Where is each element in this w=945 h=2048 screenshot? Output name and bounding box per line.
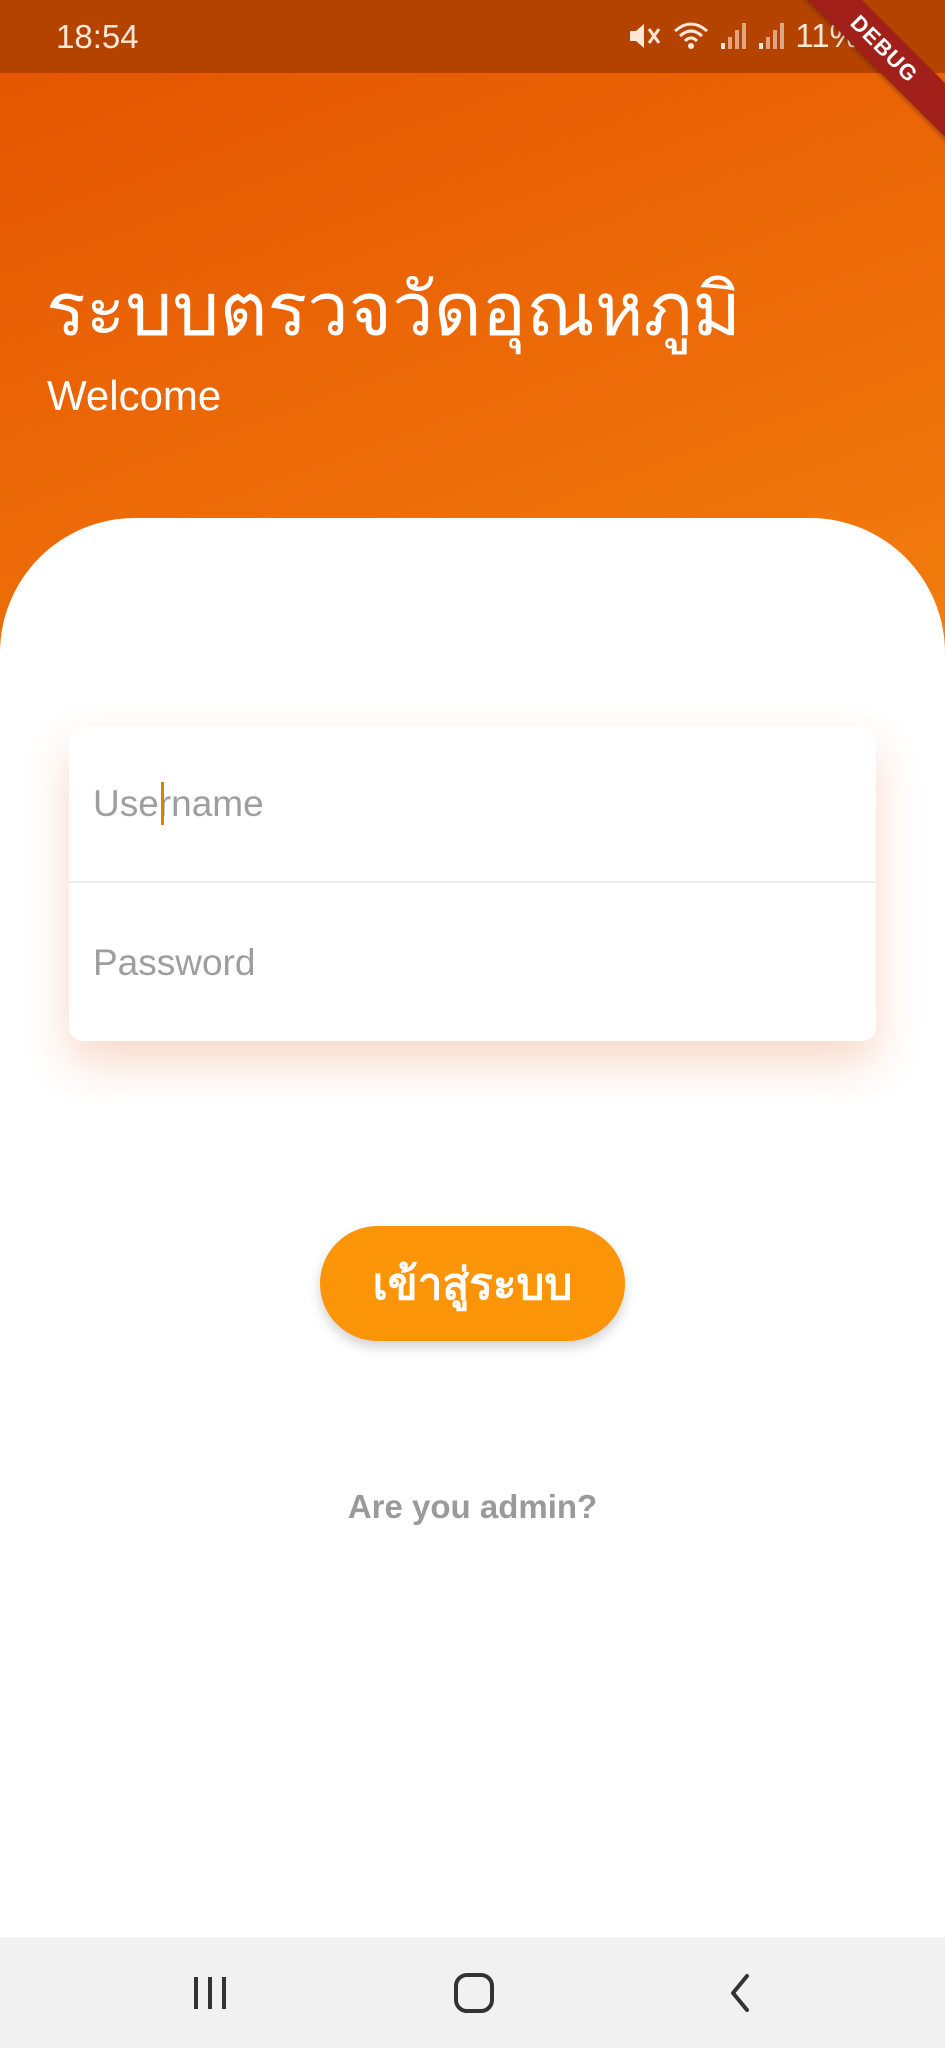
signal-icon [721,23,747,49]
username-field[interactable] [69,726,876,883]
navigation-bar [0,1937,945,2048]
recents-icon [194,1977,226,2009]
text-cursor [161,782,164,825]
status-time: 18:54 [56,18,139,55]
back-button[interactable] [700,1955,780,2031]
admin-link[interactable]: Are you admin? [0,1488,945,1526]
login-screen: 18:54 11% DEBUG ระบบตรวจวัดอุณหภูมิ Welc… [0,0,945,2048]
username-input[interactable] [93,782,853,825]
home-icon [454,1973,494,2013]
home-button[interactable] [434,1955,514,2031]
back-icon [731,1974,749,2012]
login-button[interactable]: เข้าสู่ระบบ [320,1226,625,1341]
mute-icon [630,24,661,48]
page-title: ระบบตรวจวัดอุณหภูมิ [46,267,742,353]
status-bar: 18:54 11% [0,0,945,73]
login-form-card [69,726,876,1041]
password-field[interactable] [69,884,876,1041]
recents-button[interactable] [170,1955,250,2031]
page-subtitle: Welcome [47,372,222,419]
wifi-icon [674,22,709,49]
password-input[interactable] [93,941,853,984]
signal-icon [759,23,785,49]
